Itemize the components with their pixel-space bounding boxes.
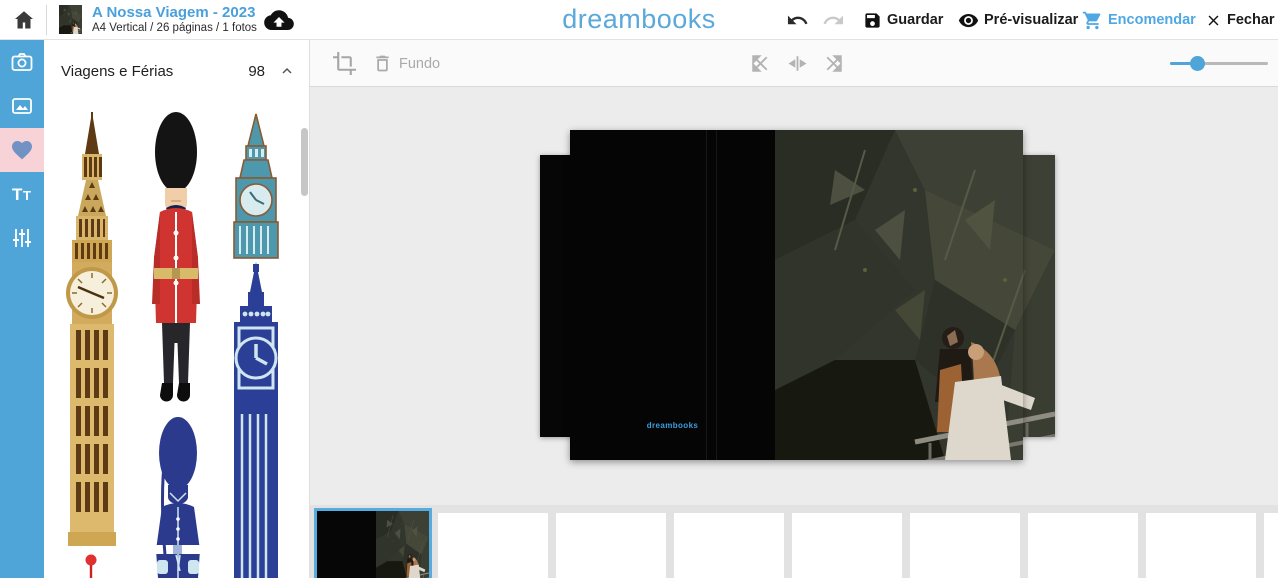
app-root: A Nossa Viagem - 2023 A4 Vertical / 26 p… (0, 0, 1278, 578)
filmstrip-page[interactable] (1146, 513, 1256, 578)
clipart-big-ben-gold[interactable] (58, 112, 126, 546)
swap-left-button[interactable] (748, 51, 773, 76)
camera-icon (10, 50, 34, 74)
undo-icon (786, 9, 809, 30)
save-icon (863, 11, 882, 30)
filmstrip-page[interactable] (674, 513, 784, 578)
order-label: Encomendar (1108, 12, 1196, 28)
canvas: dreambooks (310, 87, 1278, 505)
svg-text:T: T (23, 188, 31, 203)
sidebar-item-adjustments[interactable] (0, 216, 44, 260)
swap-right-icon (821, 51, 846, 76)
crop-button[interactable] (332, 51, 357, 76)
clipart-count: 98 (248, 63, 265, 80)
mirror-button[interactable] (785, 51, 810, 76)
spine-line (706, 130, 707, 460)
cover-photo[interactable] (775, 130, 1023, 460)
order-button[interactable]: Encomendar (1082, 0, 1196, 40)
filmstrip-page[interactable] (1264, 513, 1278, 578)
cover-spread[interactable]: dreambooks (570, 130, 1023, 460)
close-button[interactable]: Fechar (1205, 0, 1275, 40)
clipart-royal-guard-blue[interactable] (140, 415, 212, 578)
sidebar-item-backgrounds[interactable] (0, 84, 44, 128)
filmstrip-page-selected[interactable] (314, 508, 432, 578)
text-icon: T T (9, 182, 35, 206)
sidebar-item-photos[interactable] (0, 40, 44, 84)
crop-icon (332, 51, 357, 76)
workspace: Fundo (310, 40, 1278, 578)
filmstrip (310, 505, 1278, 578)
clipart-panel: Viagens e Férias 98 (44, 40, 310, 578)
top-bar: A Nossa Viagem - 2023 A4 Vertical / 26 p… (0, 0, 1278, 40)
clipart-category-header: Viagens e Férias 98 (44, 40, 309, 102)
close-label: Fechar (1227, 12, 1275, 28)
undo-button[interactable] (786, 9, 809, 30)
canvas-toolbar: Fundo (310, 40, 1278, 87)
clipart-big-ben-blue-clock[interactable] (222, 262, 290, 578)
spine-line (716, 130, 717, 460)
cart-icon (1082, 10, 1103, 31)
save-button[interactable]: Guardar (863, 0, 943, 40)
preview-button[interactable]: Pré-visualizar (958, 0, 1078, 40)
filmstrip-page[interactable] (910, 513, 1020, 578)
zoom-slider[interactable] (1170, 55, 1268, 71)
remove-background-button[interactable]: Fundo (372, 40, 440, 87)
close-icon (1205, 12, 1222, 29)
horizontal-arrows-icon (785, 51, 810, 76)
chevron-up-icon (279, 63, 295, 79)
svg-text:T: T (12, 185, 23, 204)
redo-button[interactable] (822, 9, 845, 30)
sidebar-item-cliparts[interactable] (0, 128, 44, 172)
swap-left-icon (748, 51, 773, 76)
preview-label: Pré-visualizar (984, 12, 1078, 28)
thumb-cover-back (317, 511, 376, 578)
swap-right-button[interactable] (821, 51, 846, 76)
background-label: Fundo (399, 56, 440, 72)
collapse-category-button[interactable] (279, 63, 295, 79)
clipart-royal-guard-red[interactable] (140, 108, 212, 408)
trash-icon (372, 52, 393, 75)
heart-icon (10, 138, 34, 162)
sidebar: T T (0, 40, 44, 578)
cover-brand-text: dreambooks (570, 421, 775, 430)
filmstrip-page[interactable] (792, 513, 902, 578)
eye-icon (958, 10, 979, 31)
clipart-red-pin[interactable] (84, 554, 98, 578)
clipart-category-name: Viagens e Férias (61, 63, 173, 80)
sidebar-item-text[interactable]: T T (0, 172, 44, 216)
thumb-cover-photo (376, 511, 429, 578)
redo-icon (822, 9, 845, 30)
clipart-big-ben-teal-sketch[interactable] (222, 112, 290, 260)
filmstrip-page[interactable] (1028, 513, 1138, 578)
filmstrip-page[interactable] (556, 513, 666, 578)
image-icon (10, 94, 34, 118)
save-label: Guardar (887, 12, 943, 28)
tune-icon (10, 226, 34, 250)
filmstrip-page[interactable] (438, 513, 548, 578)
panel-scrollbar[interactable] (301, 128, 308, 196)
zoom-slider-thumb[interactable] (1190, 56, 1205, 71)
